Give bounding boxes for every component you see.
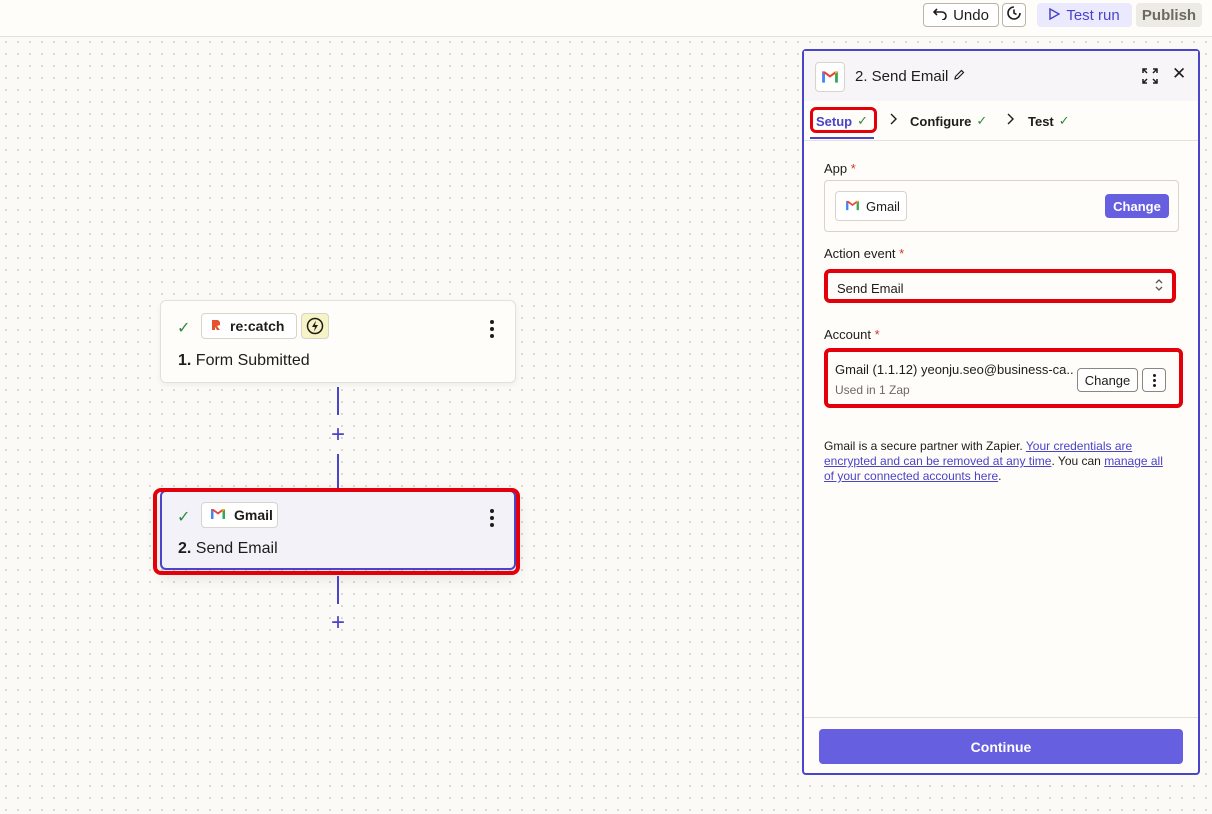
- account-value: Gmail (1.1.12) yeonju.seo@business-ca...: [835, 362, 1073, 377]
- account-label: Account *: [824, 327, 880, 342]
- app-field-label: App *: [824, 161, 856, 176]
- account-selector[interactable]: Gmail (1.1.12) yeonju.seo@business-ca...…: [824, 348, 1183, 408]
- info-text: Gmail is a secure partner with Zapier.: [824, 439, 1026, 453]
- publish-label: Publish: [1141, 6, 1197, 24]
- step-editor-panel: 2. Send Email ✕ Setup ✓ Configure ✓ Test…: [802, 49, 1200, 775]
- step-title: 1. Form Submitted: [178, 352, 310, 370]
- active-tab-indicator: [810, 137, 874, 139]
- select-value: Send Email: [837, 281, 904, 296]
- more-options-icon: [1151, 373, 1157, 387]
- history-icon: [1006, 5, 1022, 25]
- label-text: App: [824, 161, 848, 176]
- info-text: . You can: [1051, 454, 1105, 468]
- undo-icon: [932, 7, 947, 24]
- tab-label: Configure: [910, 113, 972, 129]
- check-icon: ✓: [1058, 113, 1070, 128]
- app-name: re:catch: [230, 318, 285, 334]
- tab-label: Test: [1028, 113, 1054, 129]
- account-usage: Used in 1 Zap: [835, 383, 910, 397]
- version-history-button[interactable]: [1002, 3, 1026, 27]
- tab-test[interactable]: Test ✓: [1028, 113, 1070, 129]
- check-icon: ✓: [177, 320, 191, 337]
- connector-line: [337, 387, 339, 415]
- more-options-icon[interactable]: [489, 320, 495, 338]
- expand-icon[interactable]: [1141, 67, 1159, 90]
- publish-button[interactable]: Publish: [1136, 3, 1202, 27]
- chevron-right-icon: [889, 113, 897, 128]
- required-mark: *: [874, 327, 880, 342]
- action-event-label: Action event *: [824, 246, 904, 261]
- account-more-button[interactable]: [1142, 368, 1166, 392]
- tab-configure[interactable]: Configure ✓: [910, 113, 987, 129]
- add-step-button[interactable]: +: [328, 423, 348, 447]
- chevron-up-down-icon: [1154, 278, 1164, 294]
- trigger-bolt-icon: [301, 313, 329, 339]
- app-selector: Gmail Change: [824, 180, 1179, 232]
- required-mark: *: [899, 246, 905, 261]
- change-app-button[interactable]: Change: [1105, 194, 1169, 218]
- panel-title: 2. Send Email: [855, 68, 949, 85]
- step-node-trigger[interactable]: ✓ re:catch 1. Form Submitted: [160, 300, 516, 383]
- chevron-right-icon: [1006, 113, 1014, 128]
- app-value: Gmail: [866, 198, 900, 214]
- step-title-text: Form Submitted: [195, 352, 310, 369]
- check-icon: ✓: [976, 113, 988, 128]
- app-badge-recatch: re:catch: [201, 313, 297, 339]
- connector-line: [337, 454, 339, 488]
- add-step-button[interactable]: +: [328, 611, 348, 635]
- label-text: Action event: [824, 246, 896, 261]
- play-icon: [1049, 7, 1061, 24]
- continue-button[interactable]: Continue: [819, 729, 1183, 764]
- connector-line: [337, 576, 339, 604]
- undo-button[interactable]: Undo: [923, 3, 999, 27]
- gmail-logo-icon: [815, 62, 845, 92]
- test-run-button[interactable]: Test run: [1037, 3, 1132, 27]
- security-info: Gmail is a secure partner with Zapier. Y…: [824, 439, 1176, 484]
- selected-app-chip: Gmail: [835, 191, 907, 221]
- edit-pencil-icon[interactable]: [953, 68, 965, 86]
- label-text: Account: [824, 327, 871, 342]
- action-event-select[interactable]: Send Email: [824, 269, 1176, 303]
- panel-header: 2. Send Email ✕: [804, 51, 1198, 101]
- close-icon[interactable]: ✕: [1172, 64, 1186, 84]
- step-number: 1.: [178, 352, 192, 369]
- highlight-box: [810, 107, 877, 133]
- gmail-logo-icon: [845, 199, 860, 214]
- recatch-logo-icon: [210, 318, 222, 334]
- change-account-button[interactable]: Change: [1077, 368, 1138, 392]
- info-text: .: [998, 469, 1002, 483]
- panel-footer: Continue: [804, 717, 1198, 773]
- step-tabs: Setup ✓ Configure ✓ Test ✓: [804, 101, 1198, 141]
- required-mark: *: [850, 161, 856, 176]
- top-toolbar: Undo Test run Publish: [0, 0, 1212, 37]
- highlight-box: [153, 488, 520, 575]
- test-run-label: Test run: [1066, 6, 1120, 24]
- undo-label: Undo: [953, 6, 989, 24]
